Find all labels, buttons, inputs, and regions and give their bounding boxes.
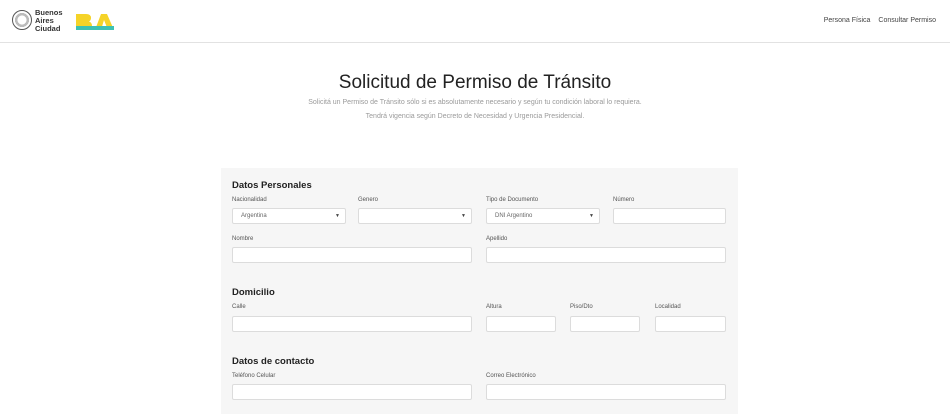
correo-input[interactable] (486, 384, 726, 400)
apellido-label: Apellido (486, 236, 508, 242)
nacionalidad-value: Argentina (241, 213, 267, 219)
tipo-documento-select[interactable]: DNI Argentino ▼ (486, 208, 600, 224)
genero-select[interactable]: ▼ (358, 208, 472, 224)
calle-input[interactable] (232, 316, 472, 332)
numero-label: Número (613, 197, 635, 203)
section-title-contacto: Datos de contacto (232, 356, 315, 367)
ba-logo-icon[interactable] (74, 12, 116, 32)
page-subtitle-1: Solicitá un Permiso de Tránsito sólo si … (308, 99, 642, 106)
nombre-label: Nombre (232, 236, 254, 242)
telefono-input[interactable] (232, 384, 472, 400)
top-header: Buenos Aires Ciudad Persona Física Consu… (0, 0, 950, 43)
altura-input[interactable] (486, 316, 556, 332)
page-subtitle-2: Tendrá vigencia según Decreto de Necesid… (365, 113, 585, 120)
nombre-input[interactable] (232, 247, 472, 263)
chevron-down-icon: ▼ (335, 213, 340, 219)
city-line-3: Ciudad (35, 24, 61, 33)
tipo-documento-value: DNI Argentino (495, 213, 533, 219)
nacionalidad-label: Nacionalidad (232, 197, 267, 203)
apellido-input[interactable] (486, 247, 726, 263)
altura-label: Altura (486, 304, 502, 310)
nav-persona-fisica[interactable]: Persona Física (824, 17, 871, 24)
section-title-domicilio: Domicilio (232, 287, 275, 298)
calle-label: Calle (232, 304, 246, 310)
form-panel: Datos Personales Nacionalidad Argentina … (221, 168, 738, 414)
city-seal-icon[interactable] (12, 10, 32, 30)
top-nav: Persona Física Consultar Permiso (824, 17, 936, 24)
nav-consultar-permiso[interactable]: Consultar Permiso (878, 17, 936, 24)
nacionalidad-select[interactable]: Argentina ▼ (232, 208, 346, 224)
localidad-input[interactable] (655, 316, 726, 332)
piso-dto-label: Piso/Dto (570, 304, 593, 310)
city-wordmark[interactable]: Buenos Aires Ciudad (35, 9, 63, 33)
chevron-down-icon: ▼ (589, 213, 594, 219)
tipo-documento-label: Tipo de Documento (486, 197, 539, 203)
piso-dto-input[interactable] (570, 316, 640, 332)
genero-label: Genero (358, 197, 379, 203)
correo-label: Correo Electrónico (486, 373, 536, 379)
localidad-label: Localidad (655, 304, 681, 310)
section-title-personal: Datos Personales (232, 180, 312, 191)
numero-input[interactable] (613, 208, 726, 224)
page-title: Solicitud de Permiso de Tránsito (338, 72, 612, 93)
chevron-down-icon: ▼ (461, 213, 466, 219)
telefono-label: Teléfono Celular (232, 373, 276, 379)
